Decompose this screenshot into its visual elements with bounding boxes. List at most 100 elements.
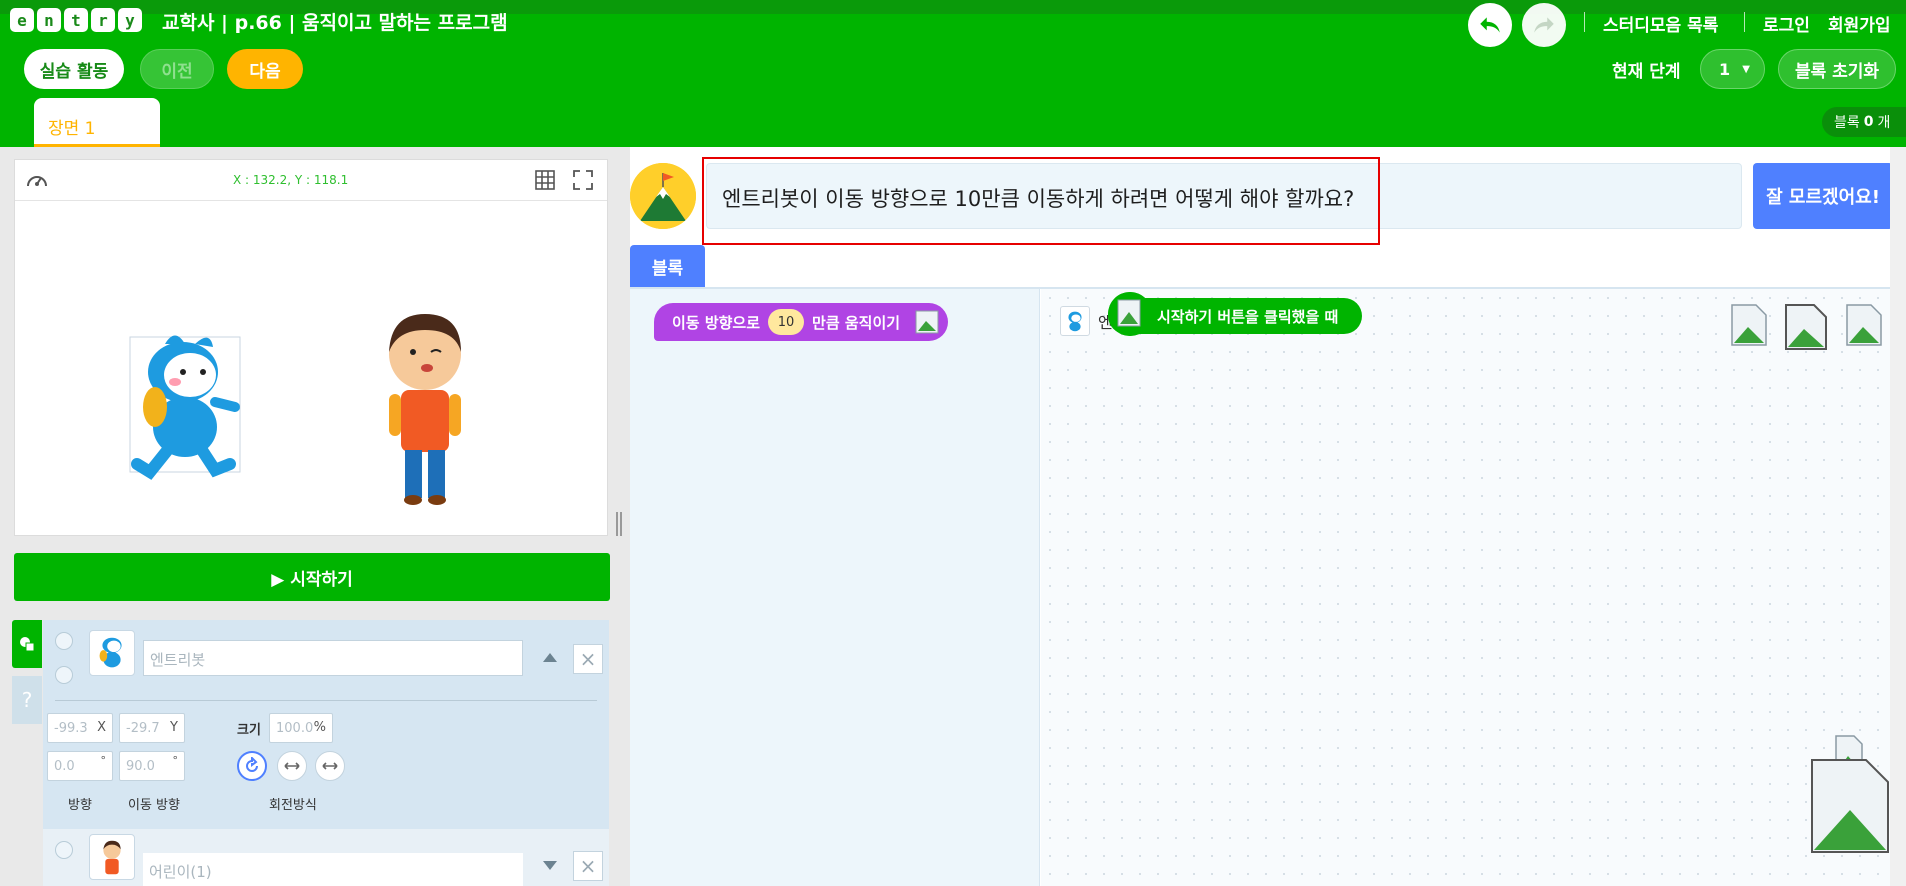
broken-image-icon <box>915 310 939 334</box>
dont-know-button[interactable]: 잘 모르겠어요! <box>1753 163 1893 229</box>
trash-can-icon[interactable] <box>1810 758 1890 854</box>
entrybot-sprite[interactable] <box>129 335 241 480</box>
prev-button[interactable]: 이전 <box>140 49 214 89</box>
y-value: -29.7 <box>126 721 160 736</box>
move-direction-block[interactable]: 이동 방향으로 10 만큼 움직이기 <box>654 303 949 341</box>
object-name-input[interactable]: 엔트리봇 <box>143 640 523 676</box>
entrybot-thumbnail[interactable] <box>89 630 135 676</box>
child-thumbnail <box>89 834 135 880</box>
logo-letter: r <box>91 8 115 32</box>
rotate-free-button[interactable] <box>237 751 267 781</box>
collapse-arrow-icon[interactable] <box>543 653 557 662</box>
block-count-label: 블록 <box>1834 115 1860 131</box>
entry-logo[interactable]: e n t r y <box>10 8 142 32</box>
scene-tab[interactable]: 장면 1 <box>34 98 160 147</box>
degree-symbol: ° <box>172 754 179 767</box>
rotate-none-button[interactable] <box>315 751 345 781</box>
degree-symbol: ° <box>100 754 107 767</box>
start-button-label: ▶ 시작하기 <box>271 569 353 590</box>
direction-field[interactable]: 0.0 ° <box>47 751 113 781</box>
y-suffix: Y <box>170 720 178 735</box>
horizontal-arrows-icon <box>284 762 300 770</box>
help-tab[interactable]: ? <box>12 676 42 724</box>
stage-toolbar: X : 132.2, Y : 118.1 <box>15 160 607 201</box>
stage-select[interactable]: 1 ▼ <box>1700 49 1765 89</box>
block-workspace[interactable] <box>1041 289 1906 886</box>
stage-canvas[interactable] <box>15 202 607 535</box>
logo-letter: y <box>118 8 142 32</box>
logo-letter: e <box>10 8 34 32</box>
block-count-badge: 블록 0 개 <box>1822 107 1906 137</box>
logo-letter: n <box>37 8 61 32</box>
panel-splitter[interactable] <box>616 512 624 536</box>
block-number-input[interactable]: 10 <box>768 309 805 335</box>
block-text: 만큼 움직이기 <box>812 313 901 332</box>
mission-avatar <box>630 163 696 229</box>
size-label: 크기 <box>237 723 261 738</box>
size-value: 100.0 <box>276 721 314 736</box>
move-direction-value: 90.0 <box>126 759 155 774</box>
x-value: -99.3 <box>54 721 88 736</box>
rotate-icon <box>246 757 258 772</box>
highlight-rectangle <box>702 157 1380 245</box>
signup-link[interactable]: 회원가입 <box>1828 11 1891 36</box>
zoom-in-icon[interactable] <box>1730 303 1768 347</box>
lock-icon[interactable] <box>55 666 73 684</box>
block-count-unit: 개 <box>1877 115 1891 131</box>
block-tab[interactable]: 블록 <box>630 245 705 287</box>
nav-divider <box>1584 12 1585 32</box>
block-text: 이동 방향으로 <box>672 313 761 332</box>
double-arrow-icon <box>322 762 338 770</box>
size-suffix: % <box>313 720 326 735</box>
login-link[interactable]: 로그인 <box>1763 11 1810 36</box>
object-list-item[interactable]: 어린이(1) × <box>43 829 609 886</box>
header: e n t r y 교학사 | p.66 | 움직이고 말하는 프로그램 스터디… <box>0 0 1906 147</box>
stage-panel: X : 132.2, Y : 118.1 <box>14 159 608 536</box>
logo-letter: t <box>64 8 88 32</box>
workspace-object-icon <box>1060 306 1090 336</box>
fullscreen-icon[interactable] <box>572 169 594 191</box>
current-stage-label: 현재 단계 <box>1612 62 1681 82</box>
y-coordinate-field[interactable]: -29.7 Y <box>119 713 185 743</box>
next-button[interactable]: 다음 <box>227 49 303 89</box>
direction-label: 방향 <box>68 798 92 813</box>
document-title: 교학사 | p.66 | 움직이고 말하는 프로그램 <box>162 12 508 34</box>
size-field[interactable]: 100.0 % <box>269 713 333 743</box>
vertical-scrollbar[interactable] <box>1890 147 1906 886</box>
zoom-out-icon[interactable] <box>1845 303 1883 347</box>
divider <box>55 700 597 701</box>
child-sprite[interactable] <box>389 314 461 505</box>
move-direction-field[interactable]: 90.0 ° <box>119 751 185 781</box>
move-direction-label: 이동 방향 <box>128 798 180 813</box>
studies-link[interactable]: 스터디모음 목록 <box>1603 11 1718 36</box>
object-name-input[interactable]: 어린이(1) <box>143 853 523 886</box>
redo-button[interactable] <box>1522 3 1566 47</box>
x-suffix: X <box>97 720 106 735</box>
rotation-label: 회전방식 <box>269 798 317 813</box>
practice-activity-button[interactable]: 실습 활동 <box>24 49 124 89</box>
zoom-reset-icon[interactable] <box>1784 303 1828 351</box>
visibility-icon[interactable] <box>55 632 73 650</box>
undo-icon <box>1480 17 1500 33</box>
delete-object-button[interactable]: × <box>573 644 603 674</box>
reset-blocks-button[interactable]: 블록 초기화 <box>1778 49 1896 89</box>
object-tab[interactable] <box>12 620 42 668</box>
visibility-icon[interactable] <box>55 841 73 859</box>
block-palette <box>630 289 1040 886</box>
mouse-coordinates: X : 132.2, Y : 118.1 <box>233 173 349 187</box>
nav-divider <box>1744 12 1745 32</box>
x-coordinate-field[interactable]: -99.3 X <box>47 713 113 743</box>
grid-icon[interactable] <box>534 169 556 191</box>
start-block-icon <box>1108 292 1152 336</box>
start-button[interactable]: ▶ 시작하기 <box>14 553 610 601</box>
object-icon <box>20 637 35 652</box>
redo-icon <box>1534 17 1554 33</box>
speed-icon[interactable] <box>25 169 49 191</box>
chevron-down-icon: ▼ <box>1742 63 1750 75</box>
undo-button[interactable] <box>1468 3 1512 47</box>
expand-arrow-icon[interactable] <box>543 861 557 870</box>
block-count-value: 0 <box>1863 114 1874 130</box>
rotate-horizontal-button[interactable] <box>277 751 307 781</box>
delete-object-button[interactable]: × <box>573 851 603 881</box>
direction-value: 0.0 <box>54 759 75 774</box>
